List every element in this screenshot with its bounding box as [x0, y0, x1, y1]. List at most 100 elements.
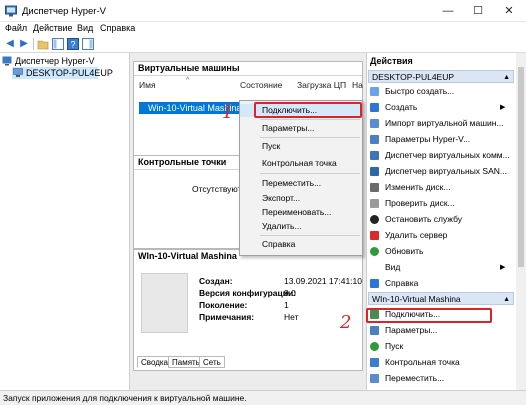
- step-number-2: 2: [340, 312, 352, 333]
- action-item[interactable]: Остановить службу: [370, 213, 510, 226]
- view-icon: [370, 263, 379, 272]
- config-version-value: 9.0: [284, 288, 296, 298]
- ctx-checkpoint[interactable]: Контрольная точка: [240, 157, 362, 170]
- action-item[interactable]: Быстро создать...: [370, 85, 510, 98]
- actions-title: Действия: [370, 56, 413, 66]
- action-item[interactable]: Обновить: [370, 245, 510, 258]
- action-item[interactable]: Вид ▶: [370, 261, 510, 274]
- status-text: Запуск приложения для подключения к вирт…: [3, 393, 247, 403]
- ctx-move[interactable]: Переместить...: [240, 177, 362, 190]
- forward-arrow-icon[interactable]: ▶: [17, 37, 31, 51]
- action-item[interactable]: Справка: [370, 277, 510, 290]
- help-book-icon[interactable]: ?: [67, 38, 79, 50]
- ctx-delete[interactable]: Удалить...: [240, 220, 362, 233]
- toolbar-separator: [33, 38, 34, 50]
- menu-action[interactable]: Действие: [33, 23, 73, 33]
- show-hide-tree-icon[interactable]: [52, 38, 64, 50]
- action-label: Быстро создать...: [385, 86, 455, 96]
- import-icon: [370, 119, 379, 128]
- action-label: Создать: [385, 102, 418, 112]
- action-item[interactable]: Пуск: [370, 340, 510, 353]
- checkpoint-icon: [370, 358, 379, 367]
- action-label: Обновить: [385, 246, 424, 256]
- edit-disk-icon: [370, 183, 379, 192]
- actions-group-host[interactable]: DESKTOP-PUL4EUP ▲: [368, 70, 514, 83]
- ctx-rename[interactable]: Переименовать...: [240, 206, 362, 219]
- switch-manager-icon: [370, 151, 379, 160]
- ctx-separator: [260, 235, 360, 236]
- action-label: Вид: [385, 262, 401, 272]
- quick-create-icon: [370, 87, 379, 96]
- tree-item-host[interactable]: DESKTOP-PUL4EUP: [12, 67, 113, 79]
- config-version-label: Версия конфигурации:: [199, 288, 297, 298]
- column-name[interactable]: Имя: [139, 80, 156, 90]
- column-state[interactable]: Состояние: [240, 80, 282, 90]
- action-item[interactable]: Диспетчер виртуальных комм...: [370, 149, 510, 162]
- column-cpu[interactable]: Загрузка ЦП: [297, 80, 346, 90]
- ctx-start[interactable]: Пуск: [240, 140, 362, 153]
- action-item[interactable]: Диспетчер виртуальных SAN...: [370, 165, 510, 178]
- action-label: Диспетчер виртуальных комм...: [385, 150, 510, 160]
- tree-root-label: Диспетчер Hyper-V: [15, 56, 95, 66]
- action-item[interactable]: Параметры Hyper-V...: [370, 133, 510, 146]
- vm-details-pane: WIn-10-Virtual Mashina Создан: 13.09.202…: [133, 249, 363, 371]
- maximize-button[interactable]: ☐: [463, 0, 493, 22]
- action-item[interactable]: Создать ▶: [370, 101, 510, 114]
- toolbar: ◀ ▶ ?: [0, 35, 526, 53]
- action-item[interactable]: Импорт виртуальной машин...: [370, 117, 510, 130]
- column-more[interactable]: На: [352, 80, 363, 90]
- action-label: Переместить...: [385, 373, 445, 383]
- new-icon: [370, 103, 379, 112]
- action-label: Остановить службу: [385, 214, 463, 224]
- ctx-settings[interactable]: Параметры...: [240, 122, 362, 135]
- inspect-disk-icon: [370, 199, 379, 208]
- scrollbar-thumb[interactable]: [518, 67, 524, 267]
- menu-help[interactable]: Справка: [100, 23, 135, 33]
- tab-summary[interactable]: Сводка: [137, 356, 173, 368]
- host-group-label: DESKTOP-PUL4EUP: [372, 72, 455, 82]
- hyperv-app-icon: [5, 5, 17, 17]
- action-label: Импорт виртуальной машин...: [385, 118, 504, 128]
- tab-network[interactable]: Сеть: [199, 356, 225, 368]
- minimize-button[interactable]: —: [433, 0, 463, 22]
- close-button[interactable]: ✕: [494, 0, 524, 22]
- vms-pane-title: Виртуальные машины: [134, 62, 362, 76]
- action-label: Параметры...: [385, 325, 438, 335]
- generation-value: 1: [284, 300, 289, 310]
- settings-icon: [370, 135, 379, 144]
- actions-pane: Действия DESKTOP-PUL4EUP ▲ Быстро создат…: [366, 53, 526, 390]
- generation-label: Поколение:: [199, 300, 248, 310]
- notes-label: Примечания:: [199, 312, 255, 322]
- tree-host-label: DESKTOP-PUL4EUP: [26, 68, 113, 78]
- ctx-help[interactable]: Справка: [240, 238, 362, 251]
- start-icon: [370, 342, 379, 351]
- action-pane-toggle-icon[interactable]: [82, 38, 94, 50]
- svg-text:?: ?: [70, 40, 75, 50]
- ctx-separator: [260, 119, 360, 120]
- actions-group-vm[interactable]: WIn-10-Virtual Mashina ▲: [368, 292, 514, 305]
- menu-view[interactable]: Вид: [77, 23, 93, 33]
- action-item[interactable]: Изменить диск...: [370, 181, 510, 194]
- step-number-1: 1: [222, 102, 234, 123]
- computer-icon: [13, 68, 23, 77]
- back-arrow-icon[interactable]: ◀: [3, 37, 17, 51]
- action-item[interactable]: Контрольная точка: [370, 356, 510, 369]
- action-label: Пуск: [385, 341, 404, 351]
- action-label: Диспетчер виртуальных SAN...: [385, 166, 507, 176]
- vm-settings-icon: [370, 326, 379, 335]
- created-label: Создан:: [199, 276, 233, 286]
- ctx-export[interactable]: Экспорт...: [240, 192, 362, 205]
- collapse-caret-icon: ▲: [503, 74, 510, 81]
- action-item[interactable]: Удалить сервер: [370, 229, 510, 242]
- action-label: Контрольная точка: [385, 357, 460, 367]
- action-label: Параметры Hyper-V...: [385, 134, 471, 144]
- server-manager-icon: [2, 56, 12, 66]
- menu-file[interactable]: Файл: [5, 23, 27, 33]
- action-item[interactable]: Параметры...: [370, 324, 510, 337]
- actions-scrollbar[interactable]: [516, 53, 526, 390]
- vm-context-menu: Подключить... Параметры... Пуск Контроль…: [239, 100, 363, 256]
- action-item[interactable]: Переместить...: [370, 372, 510, 385]
- action-item[interactable]: Проверить диск...: [370, 197, 510, 210]
- menu-bar: Файл Действие Вид Справка: [0, 22, 526, 35]
- folder-up-icon[interactable]: [37, 38, 49, 50]
